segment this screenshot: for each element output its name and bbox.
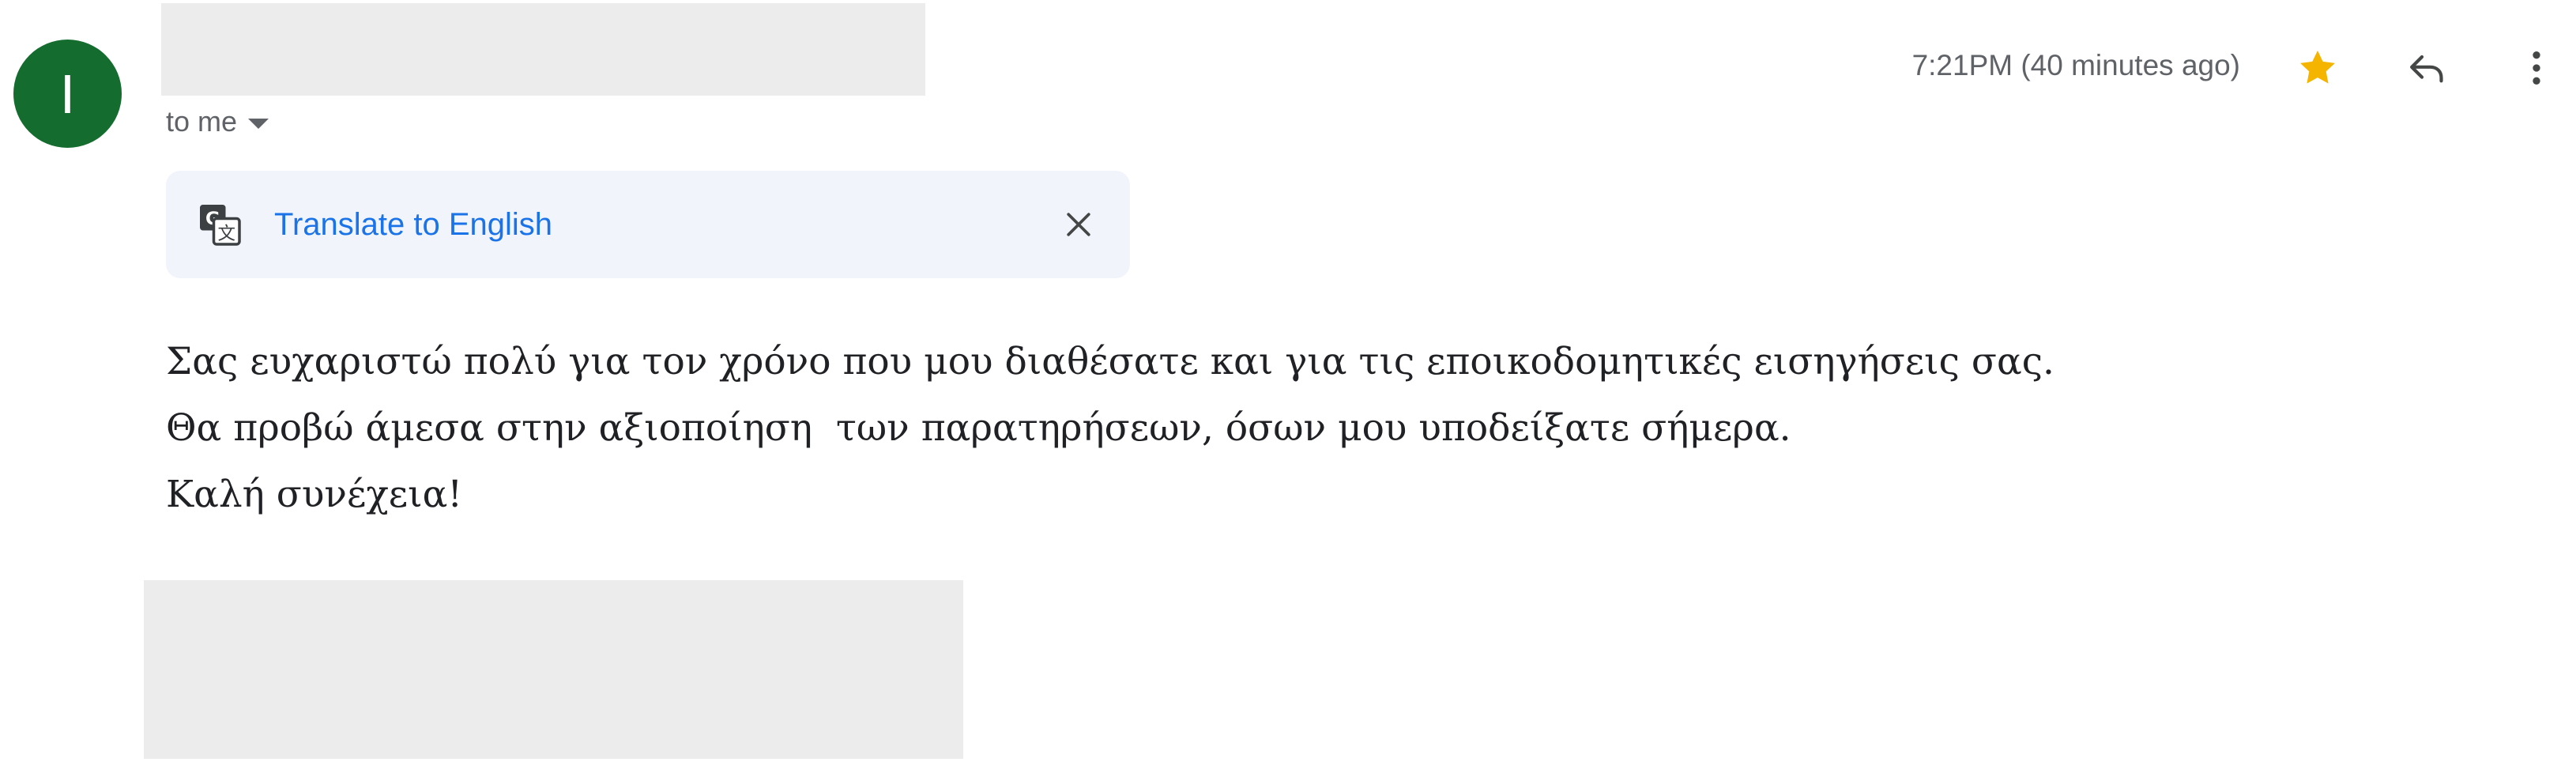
more-options-button[interactable] [2511, 43, 2562, 93]
message-line: Σας ευχαριστώ πολύ για τον χρόνο που μου… [166, 340, 2054, 383]
recipient-details-toggle[interactable]: to me [166, 104, 269, 140]
redacted-sender-name [161, 3, 925, 96]
svg-text:文: 文 [217, 224, 235, 244]
translate-to-english-link[interactable]: Translate to English [274, 207, 552, 243]
message-line: Θα προβώ άμεσα στην αξιοποίηση των παρατ… [166, 406, 1791, 450]
translate-close-button[interactable] [1055, 201, 1102, 248]
message-body: Σας ευχαριστώ πολύ για τον χρόνο που μου… [166, 329, 2299, 528]
star-button[interactable] [2292, 43, 2343, 93]
reply-icon [2410, 55, 2443, 83]
sender-avatar[interactable]: I [13, 40, 122, 148]
message-timestamp: 7:21PM (40 minutes ago) [1911, 49, 2240, 81]
avatar-letter: I [59, 62, 76, 125]
redacted-signature [144, 580, 963, 759]
message-line: Καλή συνέχεια! [166, 473, 463, 516]
translate-banner: G 文 Translate to English [166, 171, 1130, 278]
close-icon [1067, 213, 1090, 236]
reply-button[interactable] [2402, 43, 2453, 93]
translate-icon: G 文 [200, 205, 241, 246]
email-message: I to me 7:21PM (40 minutes ago) G 文 Tran… [0, 0, 2576, 762]
chevron-down-icon [248, 118, 269, 129]
more-vert-icon [2533, 51, 2540, 85]
recipient-label: to me [166, 105, 238, 138]
star-icon [2300, 50, 2335, 84]
